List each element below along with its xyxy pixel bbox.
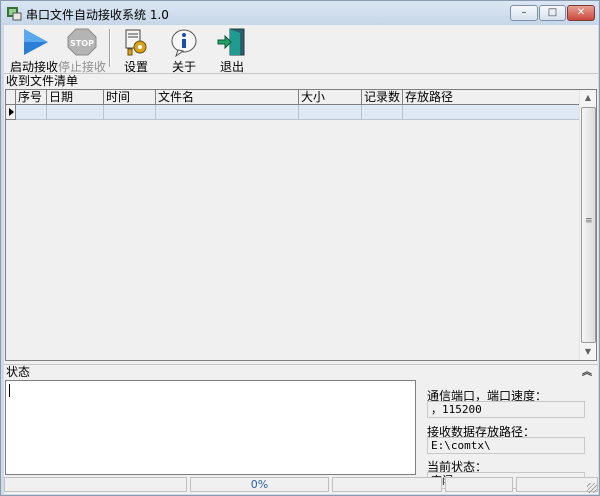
cell-path[interactable] <box>403 105 580 120</box>
stop-sign-icon: STOP <box>67 28 97 56</box>
scroll-down-arrow-icon[interactable]: ▼ <box>580 344 596 360</box>
app-icon <box>7 7 22 21</box>
path-value-field: E:\comtx\ <box>427 437 585 454</box>
resize-grip[interactable] <box>587 483 597 493</box>
text-caret <box>9 384 10 397</box>
cell-filename[interactable] <box>156 105 299 120</box>
exit-button[interactable]: 退出 <box>214 27 250 74</box>
grid-vertical-scrollbar[interactable]: ▲ ▼ <box>579 90 596 360</box>
status-panel-1 <box>4 477 187 492</box>
about-button[interactable]: 关于 <box>166 27 202 74</box>
column-header-path[interactable]: 存放路径 <box>403 90 580 105</box>
info-icon <box>171 29 197 57</box>
exit-door-icon <box>217 28 245 56</box>
start-receive-button[interactable]: 启动接收 <box>10 27 58 74</box>
port-value-field: ，115200 <box>427 401 585 418</box>
settings-button[interactable]: 设置 <box>118 27 154 74</box>
toolbar-separator <box>109 29 111 67</box>
progress-panel: 0% <box>190 477 329 492</box>
status-bar: 0% <box>4 477 598 494</box>
maximize-button[interactable]: □ <box>539 5 566 21</box>
grid-corner <box>6 90 16 105</box>
close-button[interactable]: ✕ <box>567 5 595 21</box>
main-window: 串口文件自动接收系统 1.0 – □ ✕ 启动接收 STOP 停止接收 设置 关… <box>0 0 600 496</box>
status-section-header: 状态 ︽ <box>4 364 598 380</box>
column-header-time[interactable]: 时间 <box>104 90 156 105</box>
info-panel: 通信端口，端口速度： ，115200 接收数据存放路径： E:\comtx\ 当… <box>422 380 598 489</box>
cell-index[interactable] <box>16 105 47 120</box>
play-icon <box>24 29 48 55</box>
settings-icon <box>125 29 147 56</box>
title-bar[interactable]: 串口文件自动接收系统 1.0 – □ ✕ <box>1 1 599 25</box>
status-panel-3 <box>332 477 442 492</box>
toolbar: 启动接收 STOP 停止接收 设置 关于 退出 <box>4 25 598 74</box>
status-panel-5 <box>516 477 598 492</box>
window-title: 串口文件自动接收系统 1.0 <box>26 8 169 22</box>
column-header-filename[interactable]: 文件名 <box>156 90 299 105</box>
scroll-up-arrow-icon[interactable]: ▲ <box>580 90 596 106</box>
cell-date[interactable] <box>47 105 104 120</box>
column-header-size[interactable]: 大小 <box>299 90 362 105</box>
minimize-button[interactable]: – <box>510 5 538 21</box>
status-log-textarea[interactable] <box>5 380 416 475</box>
client-area: 启动接收 STOP 停止接收 设置 关于 退出 收到文件清单 序号 日期 时间 … <box>4 25 598 494</box>
double-chevron-up-icon[interactable]: ︽ <box>582 365 592 380</box>
received-files-label: 收到文件清单 <box>4 73 598 89</box>
grid-header-row: 序号 日期 时间 文件名 大小 记录数 存放路径 <box>6 90 580 105</box>
cell-size[interactable] <box>299 105 362 120</box>
column-header-index[interactable]: 序号 <box>16 90 47 105</box>
received-files-grid[interactable]: 序号 日期 时间 文件名 大小 记录数 存放路径 ▲ ▼ <box>5 89 597 361</box>
column-header-date[interactable]: 日期 <box>47 90 104 105</box>
cell-time[interactable] <box>104 105 156 120</box>
table-row[interactable] <box>6 105 580 120</box>
svg-text:STOP: STOP <box>70 39 94 48</box>
status-panel-4 <box>445 477 513 492</box>
scrollbar-thumb[interactable] <box>581 107 596 343</box>
status-section-label: 状态 <box>6 365 31 379</box>
stop-receive-button[interactable]: STOP 停止接收 <box>58 27 106 74</box>
cell-record-count[interactable] <box>362 105 403 120</box>
column-header-record-count[interactable]: 记录数 <box>362 90 403 105</box>
